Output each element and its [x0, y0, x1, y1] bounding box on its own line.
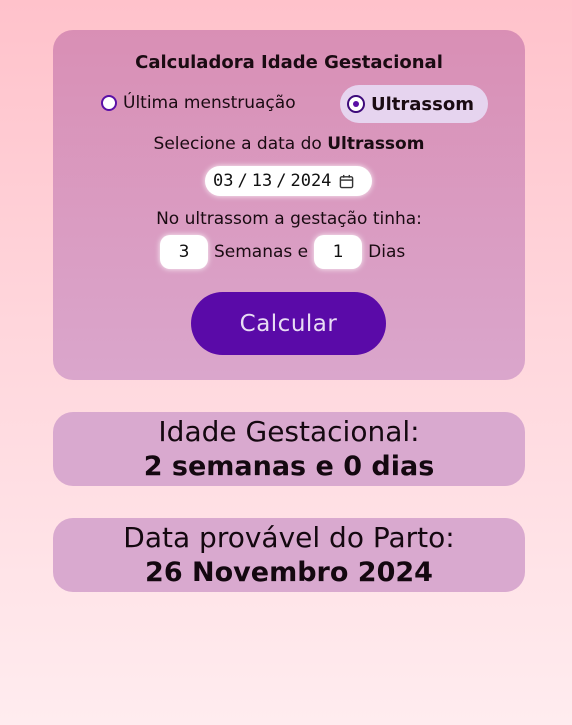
radio-last-period[interactable]: Última menstruação	[101, 92, 296, 114]
gestational-age-label: Idade Gestacional:	[158, 415, 420, 448]
calculator-card: Calculadora Idade Gestacional Última men…	[53, 30, 525, 380]
radio-checked-icon	[347, 95, 365, 113]
gestation-prompt: No ultrassom a gestação tinha:	[156, 209, 422, 229]
gestation-inputs-row: 3 Semanas e 1 Dias	[160, 235, 411, 269]
date-day[interactable]: 13	[252, 171, 272, 191]
date-year[interactable]: 2024	[290, 171, 331, 191]
radio-unchecked-icon	[101, 95, 117, 111]
due-date-value: 26 Novembro 2024	[145, 557, 433, 588]
radio-ultrasound[interactable]: Ultrassom	[340, 85, 488, 123]
radio-last-period-label: Última menstruação	[123, 93, 296, 113]
date-separator: /	[237, 171, 248, 191]
calculate-button[interactable]: Calcular	[191, 292, 386, 355]
date-separator: /	[276, 171, 287, 191]
calculator-title: Calculadora Idade Gestacional	[135, 52, 443, 73]
weeks-input[interactable]: 3	[160, 235, 208, 269]
date-input[interactable]: 03 / 13 / 2024	[205, 166, 372, 196]
gestational-age-value: 2 semanas e 0 dias	[143, 451, 435, 482]
weeks-label: Semanas e	[214, 242, 309, 262]
due-date-card: Data provável do Parto: 26 Novembro 2024	[53, 518, 525, 592]
days-input[interactable]: 1	[314, 235, 363, 269]
radio-ultrasound-label: Ultrassom	[371, 93, 474, 115]
gestational-age-card: Idade Gestacional: 2 semanas e 0 dias	[53, 412, 525, 486]
date-prompt-method: Ultrassom	[327, 134, 425, 154]
days-label: Dias	[368, 242, 406, 262]
date-prompt: Selecione a data do Ultrassom	[53, 134, 525, 154]
due-date-label: Data provável do Parto:	[123, 521, 455, 554]
date-month[interactable]: 03	[213, 171, 233, 191]
date-prompt-prefix: Selecione a data do	[153, 134, 328, 154]
calendar-icon[interactable]	[339, 174, 354, 189]
